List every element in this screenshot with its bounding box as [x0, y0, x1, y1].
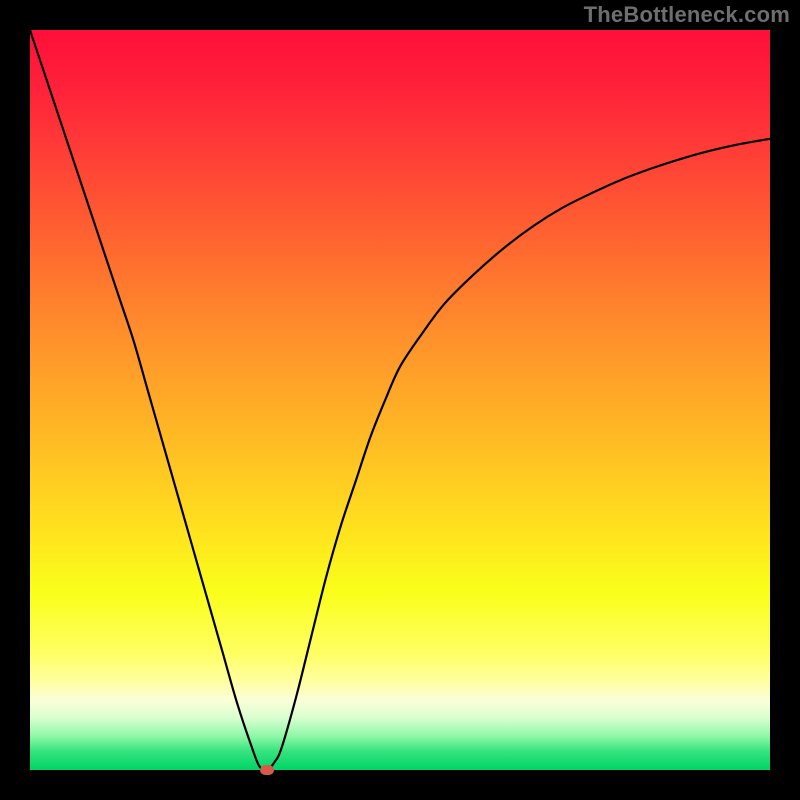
- gradient-background: [30, 30, 770, 770]
- minimum-marker: [260, 765, 274, 775]
- chart-svg: [30, 30, 770, 770]
- watermark-text: TheBottleneck.com: [584, 2, 790, 28]
- plot-area: [30, 30, 770, 770]
- chart-frame: TheBottleneck.com: [0, 0, 800, 800]
